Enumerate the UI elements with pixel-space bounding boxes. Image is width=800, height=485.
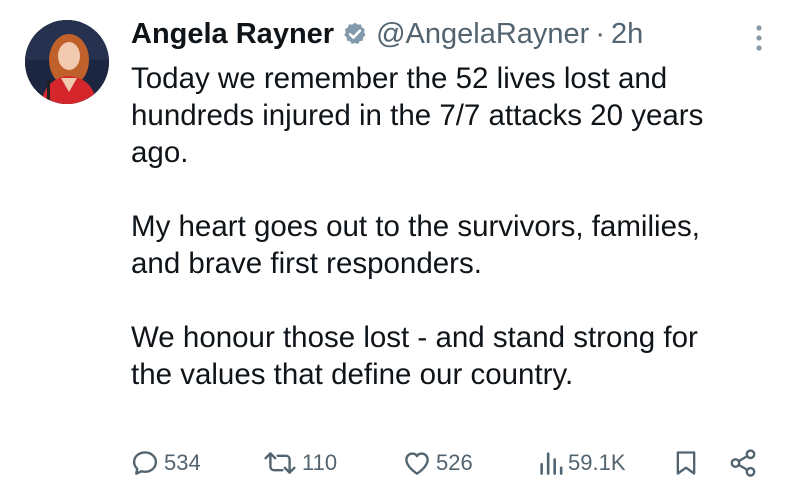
- separator-dot: ·: [595, 17, 605, 50]
- views-count: 59.1K: [568, 450, 626, 475]
- retweet-count: 110: [302, 450, 338, 475]
- bookmark-button[interactable]: [672, 447, 700, 479]
- avatar[interactable]: [25, 20, 109, 104]
- views-chart-icon: [538, 448, 564, 478]
- reply-button[interactable]: 534: [130, 447, 201, 479]
- tweet-header: Angela Rayner @AngelaRayner · 2h: [131, 14, 643, 54]
- display-name[interactable]: Angela Rayner: [131, 18, 334, 51]
- verified-badge-icon: [342, 21, 368, 47]
- like-count: 526: [436, 450, 473, 475]
- avatar-image: [25, 20, 109, 104]
- retweet-button[interactable]: 110: [262, 447, 337, 479]
- bookmark-icon: [672, 448, 700, 478]
- more-options-icon[interactable]: [750, 22, 768, 56]
- tweet-text: Today we remember the 52 lives lost and …: [131, 62, 704, 391]
- like-button[interactable]: 526: [402, 447, 473, 479]
- reply-count: 534: [164, 450, 201, 475]
- timestamp[interactable]: 2h: [611, 18, 643, 51]
- views-button[interactable]: 59.1K: [538, 447, 626, 479]
- heart-icon: [402, 448, 432, 478]
- tweet: Angela Rayner @AngelaRayner · 2h Today w…: [0, 0, 800, 485]
- share-button[interactable]: [728, 447, 758, 479]
- retweet-icon: [262, 448, 298, 478]
- share-icon: [728, 448, 758, 478]
- reply-icon: [130, 448, 160, 478]
- user-handle[interactable]: @AngelaRayner: [376, 18, 589, 51]
